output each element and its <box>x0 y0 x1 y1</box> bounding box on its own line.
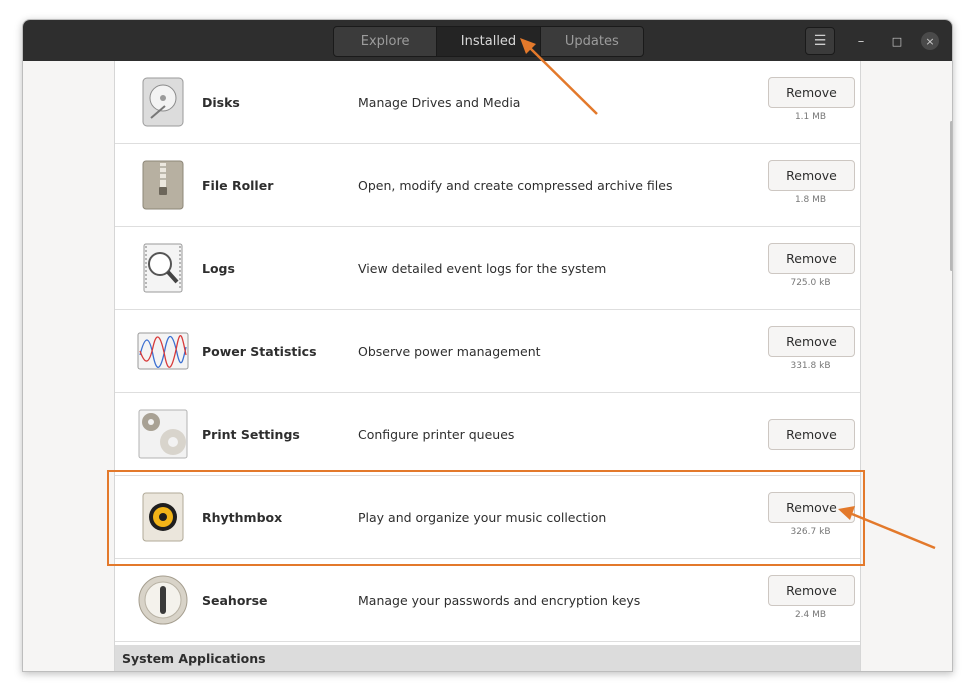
close-button[interactable]: × <box>921 32 939 50</box>
section-header-system-applications: System Applications <box>115 645 860 671</box>
app-description: View detailed event logs for the system <box>358 260 607 276</box>
list-item-rhythmbox[interactable]: Rhythmbox Play and organize your music c… <box>115 476 860 559</box>
list-item-print-settings[interactable]: Print Settings Configure printer queues … <box>115 393 860 476</box>
tab-updates[interactable]: Updates <box>541 27 643 56</box>
app-description: Manage Drives and Media <box>358 94 521 110</box>
file-roller-icon <box>142 160 184 210</box>
seahorse-icon <box>138 575 188 625</box>
app-size: 1.8 MB <box>794 195 827 205</box>
software-window: Explore Installed Updates ☰ – □ × Disks … <box>22 19 953 672</box>
list-item-disks[interactable]: Disks Manage Drives and Media Remove 1.1… <box>115 61 860 144</box>
remove-button[interactable]: Remove <box>768 492 855 523</box>
app-name: File Roller <box>202 177 274 193</box>
app-name: Print Settings <box>202 426 300 442</box>
remove-button[interactable]: Remove <box>768 326 855 357</box>
header-bar: Explore Installed Updates ☰ – □ × <box>23 20 952 62</box>
app-name: Power Statistics <box>202 343 317 359</box>
app-name: Logs <box>202 260 235 276</box>
app-name: Disks <box>202 94 240 110</box>
app-description: Configure printer queues <box>358 426 515 442</box>
app-size: 331.8 kB <box>790 361 831 371</box>
remove-button[interactable]: Remove <box>768 77 855 108</box>
minimize-button[interactable]: – <box>851 31 871 51</box>
app-size: 725.0 kB <box>790 278 831 288</box>
app-name: Seahorse <box>202 592 268 608</box>
app-description: Observe power management <box>358 343 541 359</box>
list-item-file-roller[interactable]: File Roller Open, modify and create comp… <box>115 144 860 227</box>
rhythmbox-icon <box>142 492 184 542</box>
installed-app-list: Disks Manage Drives and Media Remove 1.1… <box>114 61 861 671</box>
scrollbar[interactable] <box>950 121 952 271</box>
tab-explore[interactable]: Explore <box>334 27 438 56</box>
app-size: 2.4 MB <box>794 610 827 620</box>
installed-content: Disks Manage Drives and Media Remove 1.1… <box>23 61 952 671</box>
list-item-power-statistics[interactable]: Power Statistics Observe power managemen… <box>115 310 860 393</box>
app-description: Open, modify and create compressed archi… <box>358 177 673 193</box>
remove-button[interactable]: Remove <box>768 160 855 191</box>
app-description: Play and organize your music collection <box>358 509 607 525</box>
remove-button[interactable]: Remove <box>768 243 855 274</box>
list-item-logs[interactable]: Logs View detailed event logs for the sy… <box>115 227 860 310</box>
app-size: 326.7 kB <box>790 527 831 537</box>
maximize-button[interactable]: □ <box>887 31 907 51</box>
app-size: 1.1 MB <box>794 112 827 122</box>
view-switcher: Explore Installed Updates <box>333 26 644 57</box>
tab-installed[interactable]: Installed <box>437 27 541 56</box>
app-description: Manage your passwords and encryption key… <box>358 592 641 608</box>
power-statistics-icon <box>137 332 189 370</box>
logs-icon <box>143 243 183 293</box>
print-settings-icon <box>138 409 188 459</box>
list-item-seahorse[interactable]: Seahorse Manage your passwords and encry… <box>115 559 860 642</box>
remove-button[interactable]: Remove <box>768 419 855 450</box>
disks-icon <box>142 77 184 127</box>
hamburger-menu-icon[interactable]: ☰ <box>805 27 835 55</box>
remove-button[interactable]: Remove <box>768 575 855 606</box>
app-name: Rhythmbox <box>202 509 283 525</box>
